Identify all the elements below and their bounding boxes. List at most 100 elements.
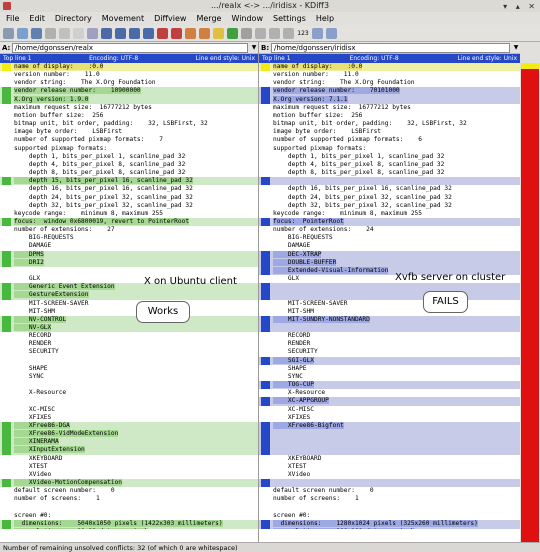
diff-line[interactable]: vendor string: The X.Org Foundation	[0, 79, 258, 87]
diff-line[interactable]: number of screens: 1	[259, 495, 520, 503]
diff-line[interactable]: DRI2	[0, 258, 258, 267]
diff-line[interactable]: XInputExtension	[0, 446, 258, 455]
diff-line[interactable]: XC-MISC	[259, 406, 520, 414]
diff-line[interactable]: XVideo-MotionCompensation	[0, 478, 258, 488]
diff-line[interactable]	[259, 503, 520, 511]
overview-icon[interactable]	[326, 27, 337, 39]
diff-line[interactable]: DPMS	[0, 250, 258, 259]
line-numbers-toggle[interactable]: 123	[297, 30, 309, 37]
diff-line[interactable]: NV-CONTROL	[0, 315, 258, 324]
diff-line[interactable]: XFIXES	[0, 414, 258, 422]
diff-line[interactable]: XTEST	[259, 463, 520, 471]
diff-line[interactable]: XKEYBOARD	[0, 455, 258, 463]
diff-line[interactable]	[259, 283, 520, 292]
menu-directory[interactable]: Directory	[55, 12, 92, 25]
diff-line[interactable]: resolution: 100x100 dots per inch	[259, 527, 520, 529]
diff-line[interactable]: DAMAGE	[0, 242, 258, 250]
diff-line[interactable]: motion buffer size: 256	[259, 112, 520, 120]
diff-line[interactable]: RENDER	[0, 340, 258, 348]
menu-merge[interactable]: Merge	[196, 12, 221, 25]
diff-line[interactable]: XINERAMA	[0, 438, 258, 447]
diff-line[interactable]: XC-MISC	[0, 406, 258, 414]
prev-unsolved-icon[interactable]	[185, 27, 196, 39]
diff-line[interactable]: DEC-XTRAP	[259, 250, 520, 259]
next-conflict-icon[interactable]	[171, 27, 182, 39]
diff-line[interactable]: number of supported pixmap formats: 7	[0, 136, 258, 144]
diff-line[interactable]: SYNC	[0, 373, 258, 381]
wordwrap-icon[interactable]	[312, 27, 323, 39]
diff-line[interactable]: SYNC	[259, 373, 520, 381]
menu-window[interactable]: Window	[231, 12, 263, 25]
diff-line[interactable]: image byte order: LSBFirst	[259, 128, 520, 136]
save-icon[interactable]	[31, 27, 42, 39]
diff-line[interactable]: MIT-SCREEN-SAVER	[0, 300, 258, 308]
new-icon[interactable]	[3, 27, 14, 39]
diff-line[interactable]: X.Org version: 1.9.0	[0, 95, 258, 104]
show-lines-icon[interactable]	[269, 27, 280, 39]
diff-line[interactable]: SGI-GLX	[259, 356, 520, 365]
goto-bottom-icon[interactable]	[115, 27, 126, 39]
diff-line[interactable]: focus: PointerRoot	[259, 217, 520, 227]
diff-line[interactable]: depth 8, bits_per_pixel 8, scanline_pad …	[259, 169, 520, 177]
diff-line[interactable]: X.Org version: 7.1.1	[259, 95, 520, 104]
diff-line[interactable]: depth 1, bits_per_pixel 1, scanline_pad …	[259, 153, 520, 161]
diff-line[interactable]: maximum request size: 16777212 bytes	[0, 104, 258, 112]
diff-line[interactable]: dimensions: 1280x1024 pixels (325x260 mi…	[259, 519, 520, 528]
diff-line[interactable]: MIT-SHM	[259, 308, 520, 316]
diff-line[interactable]: depth 1, bits_per_pixel 1, scanline_pad …	[0, 153, 258, 161]
diff-line[interactable]: screen #0:	[0, 512, 258, 520]
menu-movement[interactable]: Movement	[102, 12, 144, 25]
path-input-b[interactable]: /home/dgonssen/iridisx	[271, 42, 510, 53]
diff-line[interactable]: BIG-REQUESTS	[0, 234, 258, 242]
diff-line[interactable]: TOG-CUP	[259, 381, 520, 390]
diff-line[interactable]	[259, 430, 520, 439]
diff-line[interactable]: MIT-SUNDRY-NONSTANDARD	[259, 315, 520, 324]
diff-line[interactable]: X-Resource	[0, 389, 258, 397]
cut-icon[interactable]	[59, 27, 70, 39]
automerge-icon[interactable]	[241, 27, 252, 39]
path-dropdown-a-icon[interactable]: ▼	[250, 43, 258, 53]
diff-line[interactable]: name of display: :0.0	[0, 63, 258, 72]
diff-line[interactable]: SHAPE	[259, 365, 520, 373]
diff-line[interactable]: BIG-REQUESTS	[259, 234, 520, 242]
diff-line[interactable]: SECURITY	[259, 348, 520, 356]
diff-line[interactable]: SHAPE	[0, 365, 258, 373]
diff-line[interactable]	[259, 438, 520, 447]
diff-line[interactable]: version number: 11.0	[259, 71, 520, 79]
diff-line[interactable]: dimensions: 5040x1050 pixels (1422x303 m…	[0, 519, 258, 528]
diff-line[interactable]: depth 4, bits_per_pixel 8, scanline_pad …	[0, 161, 258, 169]
diff-line[interactable]: default screen number: 0	[259, 487, 520, 495]
diff-line[interactable]: XFree86-DGA	[0, 421, 258, 431]
diff-line[interactable]: focus: window 0x6800019, revert to Point…	[0, 217, 258, 227]
diff-line[interactable]: depth 32, bits_per_pixel 32, scanline_pa…	[0, 202, 258, 210]
next-delta-icon[interactable]	[143, 27, 154, 39]
diff-line[interactable]	[259, 177, 520, 186]
select-a-icon[interactable]	[213, 27, 224, 39]
diff-line[interactable]: depth 16, bits_per_pixel 16, scanline_pa…	[259, 185, 520, 193]
diff-line[interactable]: RENDER	[259, 340, 520, 348]
whitespace-icon[interactable]	[255, 27, 266, 39]
diff-line[interactable]	[259, 291, 520, 300]
diff-line[interactable]: MIT-SHM	[0, 308, 258, 316]
goto-top-icon[interactable]	[101, 27, 112, 39]
diff-line[interactable]: XTEST	[0, 463, 258, 471]
next-unsolved-icon[interactable]	[199, 27, 210, 39]
diff-line[interactable]: NV-GLX	[0, 324, 258, 333]
diff-line[interactable]: XKEYBOARD	[259, 455, 520, 463]
diff-line[interactable]: supported pixmap formats:	[0, 145, 258, 153]
diff-line[interactable]	[259, 324, 520, 333]
text-area-b[interactable]: name of display: :0.0 version number: 11.…	[259, 63, 520, 529]
diff-line[interactable]: resolution: 90x88 dots per inch	[0, 527, 258, 529]
prev-conflict-icon[interactable]	[157, 27, 168, 39]
diff-line[interactable]: version number: 11.0	[0, 71, 258, 79]
text-area-a[interactable]: name of display: :0.0 version number: 11.…	[0, 63, 258, 529]
diff-line[interactable]: depth 8, bits_per_pixel 8, scanline_pad …	[0, 169, 258, 177]
diff-line[interactable]: motion buffer size: 256	[0, 112, 258, 120]
diff-line[interactable]: depth 4, bits_per_pixel 8, scanline_pad …	[259, 161, 520, 169]
diff-line[interactable]: XFree86-Bigfont	[259, 421, 520, 431]
open-icon[interactable]	[17, 27, 28, 39]
diff-line[interactable]	[0, 397, 258, 405]
menu-edit[interactable]: Edit	[29, 12, 45, 25]
diff-line[interactable]	[0, 381, 258, 389]
diff-line[interactable]: depth 16, bits_per_pixel 16, scanline_pa…	[0, 185, 258, 193]
